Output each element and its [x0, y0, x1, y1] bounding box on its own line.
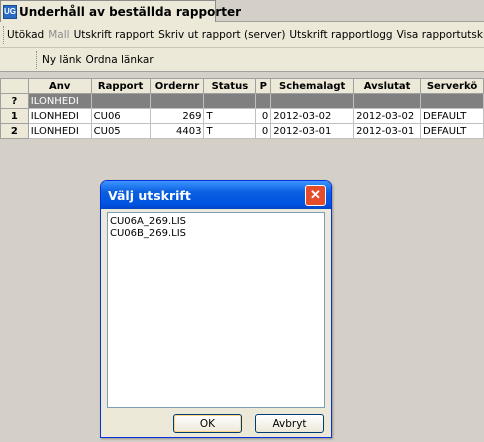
cell-p[interactable] [255, 93, 272, 109]
print-report-log-button[interactable]: Utskrift rapportlogg [289, 29, 396, 41]
template-button[interactable]: Mall [48, 29, 73, 41]
tab-report-maintenance[interactable]: UG Underhåll av beställda rapporter [0, 0, 241, 22]
row-marker[interactable]: ? [0, 93, 29, 109]
toolbar-grip[interactable] [36, 50, 39, 69]
dialog-titlebar[interactable]: Välj utskrift ✕ [101, 181, 331, 209]
select-print-dialog: Välj utskrift ✕ CU06A_269.LIS CU06B_269.… [100, 180, 332, 438]
column-header-anv[interactable]: Anv [27, 78, 92, 94]
cell-status[interactable]: T [203, 123, 257, 139]
cell-rapport[interactable]: CU05 [90, 123, 151, 139]
table-row[interactable]: 1 ILONHEDI CU06 269 T 0 2012-03-02 2012-… [0, 108, 484, 124]
print-report-button[interactable]: Utskrift rapport [74, 29, 159, 41]
column-header-p[interactable]: P [255, 78, 272, 94]
cell-avslutat[interactable]: 2012-03-01 [353, 123, 422, 139]
file-listbox[interactable]: CU06A_269.LIS CU06B_269.LIS [107, 212, 325, 408]
cell-rapport[interactable] [90, 93, 151, 109]
new-row[interactable]: ? ILONHEDI [0, 93, 484, 109]
cell-ordernr[interactable]: 269 [149, 108, 205, 124]
column-header-ordernr[interactable]: Ordernr [149, 78, 205, 94]
list-item[interactable]: CU06B_269.LIS [110, 228, 322, 240]
cancel-button[interactable]: Avbryt [255, 414, 324, 433]
main-toolbar: Utökad Mall Utskrift rapport Skriv ut ra… [0, 22, 484, 48]
toolbar-grip[interactable] [3, 25, 4, 44]
cell-schemalagt[interactable]: 2012-03-01 [270, 123, 355, 139]
cell-ordernr[interactable] [149, 93, 205, 109]
cell-anv[interactable]: ILONHEDI [27, 93, 92, 109]
cell-serverko[interactable]: DEFAULT [420, 108, 484, 124]
cell-anv[interactable]: ILONHEDI [27, 123, 92, 139]
corner-cell [0, 78, 29, 94]
ok-button[interactable]: OK [173, 414, 242, 433]
cell-ordernr[interactable]: 4403 [149, 123, 205, 139]
cell-p[interactable]: 0 [255, 108, 272, 124]
cell-status[interactable] [203, 93, 257, 109]
row-number[interactable]: 2 [0, 123, 29, 139]
cell-schemalagt[interactable]: 2012-03-02 [270, 108, 355, 124]
app-icon: UG [3, 4, 17, 19]
dialog-title: Välj utskrift [108, 187, 191, 203]
show-report-print-button[interactable]: Visa rapportutskrift [397, 29, 484, 41]
cell-p[interactable]: 0 [255, 123, 272, 139]
cell-avslutat[interactable] [353, 93, 422, 109]
column-header-rapport[interactable]: Rapport [90, 78, 151, 94]
organize-links-button[interactable]: Ordna länkar [86, 54, 158, 66]
cell-avslutat[interactable]: 2012-03-02 [353, 108, 422, 124]
cell-serverko[interactable] [420, 93, 484, 109]
tab-bar: UG Underhåll av beställda rapporter [0, 0, 484, 22]
table-row[interactable]: 2 ILONHEDI CU05 4403 T 0 2012-03-01 2012… [0, 123, 484, 139]
row-number[interactable]: 1 [0, 108, 29, 124]
column-header-status[interactable]: Status [203, 78, 257, 94]
list-item[interactable]: CU06A_269.LIS [110, 216, 322, 228]
cell-schemalagt[interactable] [270, 93, 355, 109]
column-header-avslutat[interactable]: Avslutat [353, 78, 422, 94]
extended-button[interactable]: Utökad [7, 29, 48, 41]
dialog-body: CU06A_269.LIS CU06B_269.LIS OK Avbryt [104, 209, 328, 434]
cell-anv[interactable]: ILONHEDI [27, 108, 92, 124]
cell-serverko[interactable]: DEFAULT [420, 123, 484, 139]
close-icon[interactable]: ✕ [305, 184, 326, 206]
new-link-button[interactable]: Ny länk [42, 54, 86, 66]
print-report-server-button[interactable]: Skriv ut rapport (server) [158, 29, 289, 41]
column-header-serverko[interactable]: Serverkö [420, 78, 484, 94]
report-grid: Anv Rapport Ordernr Status P Schemalagt … [0, 78, 484, 139]
cell-status[interactable]: T [203, 108, 257, 124]
links-toolbar: Ny länk Ordna länkar [0, 48, 484, 72]
cell-rapport[interactable]: CU06 [90, 108, 151, 124]
tab-title: Underhåll av beställda rapporter [19, 4, 242, 19]
column-header-schemalagt[interactable]: Schemalagt [270, 78, 355, 94]
header-row: Anv Rapport Ordernr Status P Schemalagt … [0, 78, 484, 94]
